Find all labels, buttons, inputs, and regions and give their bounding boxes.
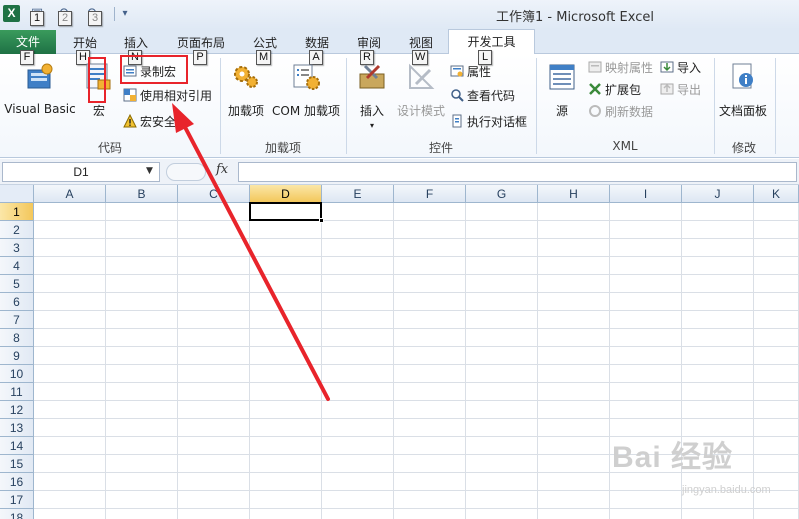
watermark-text: Bai 经验 bbox=[612, 441, 734, 474]
watermark-url: jingyan.baidu.com bbox=[682, 484, 771, 496]
watermark-logo: Bai 经验 jingyan.baidu.com bbox=[612, 432, 771, 496]
